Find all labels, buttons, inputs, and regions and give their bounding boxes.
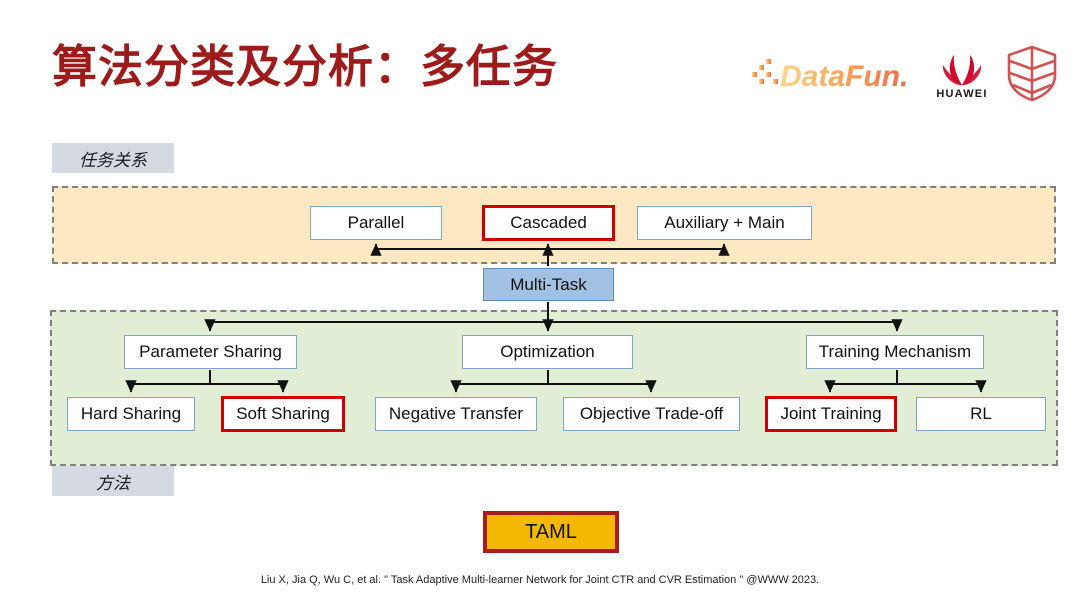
datafun-logo-mark: DataFun.: [752, 59, 908, 93]
page-title: 算法分类及分析：多任务: [52, 41, 559, 92]
node-joint-training[interactable]: Joint Training: [765, 396, 897, 432]
node-auxiliary-main[interactable]: Auxiliary + Main: [637, 206, 812, 240]
datafun-logo: DataFun.: [750, 51, 918, 99]
node-training-mechanism[interactable]: Training Mechanism: [806, 335, 984, 369]
node-rl[interactable]: RL: [916, 397, 1046, 431]
node-hard-sharing[interactable]: Hard Sharing: [67, 397, 195, 431]
node-optimization[interactable]: Optimization: [462, 335, 633, 369]
node-negative-transfer[interactable]: Negative Transfer: [375, 397, 537, 431]
node-parallel[interactable]: Parallel: [310, 206, 442, 240]
shield-logo: [1006, 44, 1058, 107]
svg-text:DataFun.: DataFun.: [780, 60, 908, 93]
method-region: [50, 310, 1058, 466]
huawei-logo: HUAWEI: [936, 46, 988, 104]
node-multi-task[interactable]: Multi-Task: [483, 268, 614, 301]
huawei-flower-icon: [942, 54, 982, 85]
slide-canvas: 算法分类及分析：多任务 DataFun. HUAWEI 任务关系 方法 Para…: [0, 0, 1080, 608]
section-tag-method: 方法: [52, 466, 174, 496]
node-taml[interactable]: TAML: [483, 511, 619, 553]
reference-caption: Liu X, Jia Q, Wu C, et al. " Task Adapti…: [260, 574, 820, 586]
logo-row: DataFun. HUAWEI: [750, 44, 1058, 106]
node-cascaded[interactable]: Cascaded: [482, 205, 615, 241]
node-objective-trade-off[interactable]: Objective Trade-off: [563, 397, 740, 431]
node-parameter-sharing[interactable]: Parameter Sharing: [124, 335, 297, 369]
section-tag-task-relation: 任务关系: [52, 143, 174, 173]
shield-logo-icon: [1007, 45, 1057, 101]
node-soft-sharing[interactable]: Soft Sharing: [221, 396, 345, 432]
huawei-wordmark: HUAWEI: [936, 87, 988, 100]
